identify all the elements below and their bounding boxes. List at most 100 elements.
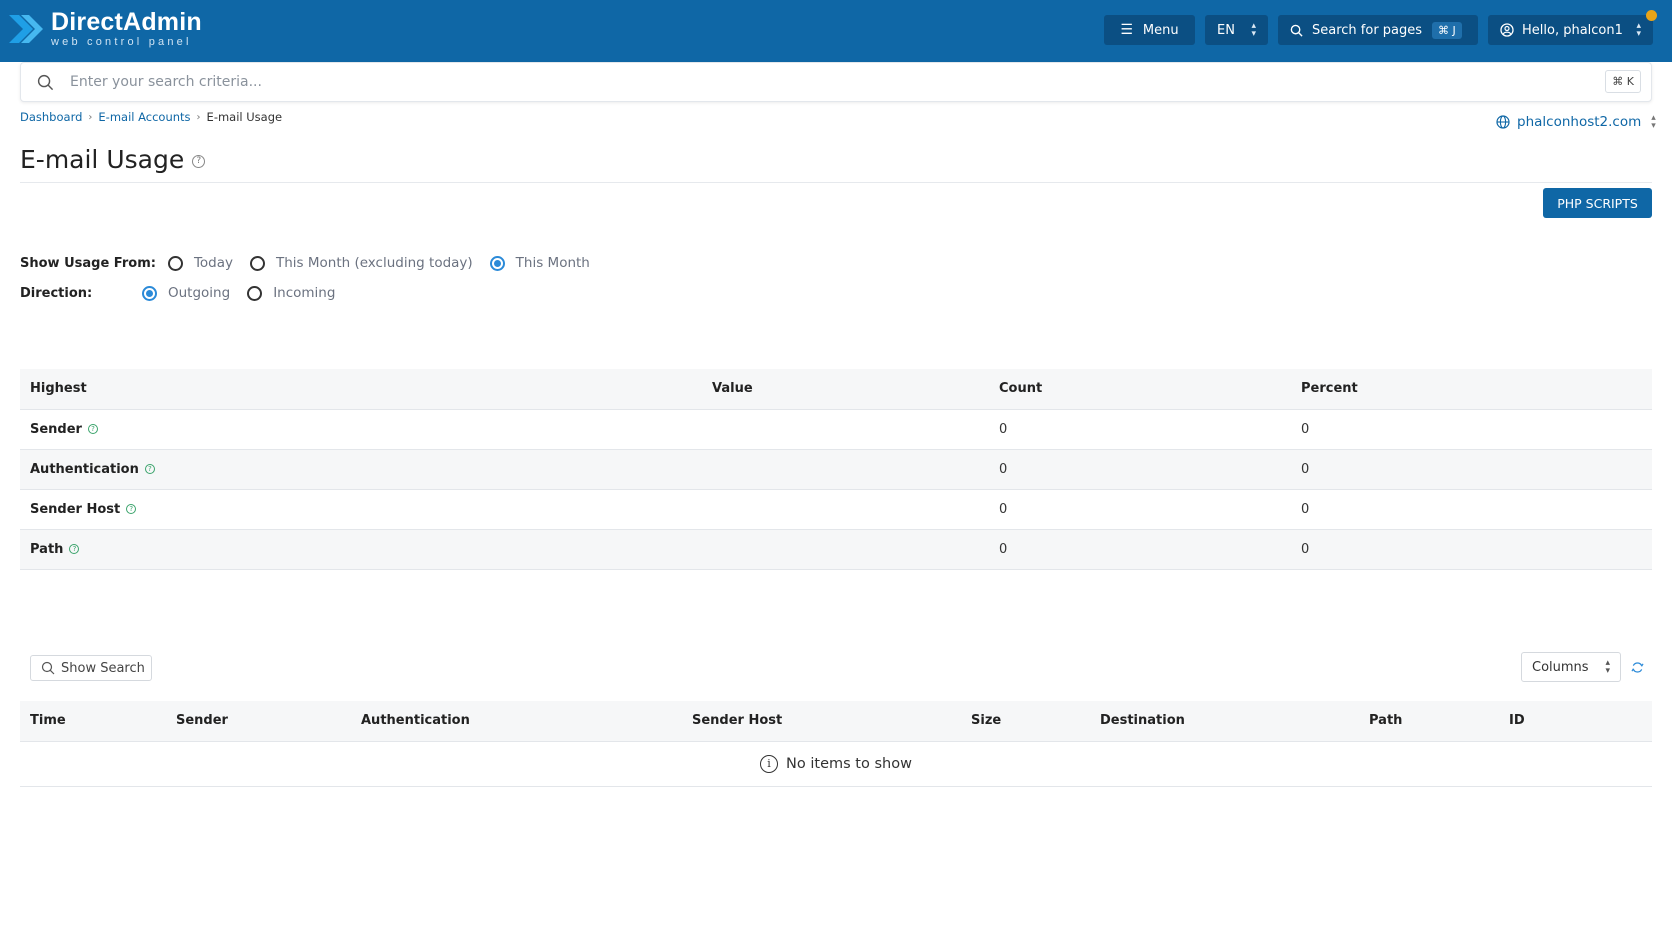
row-label-text: Sender Host	[30, 501, 121, 517]
menu-label: Menu	[1142, 22, 1179, 38]
row-label-authentication: Authentication?	[30, 462, 155, 477]
row-label-path: Path?	[30, 541, 80, 557]
page-search-label: Search for pages	[1312, 22, 1423, 38]
brand-title: DirectAdmin	[51, 8, 202, 36]
help-icon[interactable]: ?	[126, 504, 137, 514]
row-label-text: Path	[30, 541, 64, 557]
notification-dot	[1646, 10, 1657, 21]
info-icon: i	[760, 754, 779, 773]
radio-incoming[interactable]: Incoming	[247, 285, 335, 301]
domain-label: phalconhost2.com	[1517, 114, 1642, 130]
search-input[interactable]	[70, 74, 1510, 90]
breadcrumb: Dashboard › E-mail Accounts › E-mail Usa…	[20, 110, 282, 124]
percent-cell: 0	[1291, 409, 1652, 450]
column-header-path[interactable]: Path	[1359, 701, 1499, 742]
empty-state-message: No items to show	[786, 755, 912, 772]
page-title-text: E-mail Usage	[20, 145, 185, 174]
domain-select[interactable]: phalconhost2.com ▴ ▾	[1496, 113, 1656, 131]
radio-button[interactable]	[167, 255, 183, 271]
user-menu-button[interactable]: Hello, phalcon1 ▴ ▾	[1488, 15, 1653, 45]
show-search-label: Show Search	[61, 660, 145, 676]
row-label-text: Authentication	[30, 461, 139, 477]
breadcrumb-dashboard[interactable]: Dashboard	[20, 110, 82, 124]
radio-today[interactable]: Today	[167, 255, 233, 271]
top-navbar: DirectAdmin web control panel ☰ Menu EN …	[0, 0, 1672, 62]
php-scripts-button[interactable]: PHP SCRIPTS	[1543, 188, 1652, 218]
percent-cell: 0	[1291, 489, 1652, 530]
radio-label: This Month (excluding today)	[275, 255, 473, 271]
chevron-updown-icon: ▴ ▾	[1605, 658, 1610, 676]
column-header-id[interactable]: ID	[1499, 701, 1652, 742]
column-header-sender[interactable]: Sender	[166, 701, 351, 742]
empty-state-cell: i No items to show	[20, 741, 1652, 787]
count-cell: 0	[989, 409, 1291, 450]
value-cell	[702, 529, 989, 570]
radio-this-month-excluding-today[interactable]: This Month (excluding today)	[249, 255, 473, 271]
radio-this-month[interactable]: This Month	[489, 255, 590, 271]
percent-cell: 0	[1291, 529, 1652, 570]
usage-from-label: Show Usage From:	[20, 255, 156, 271]
help-icon[interactable]: ?	[69, 544, 80, 554]
breadcrumb-email-accounts[interactable]: E-mail Accounts	[98, 110, 190, 124]
columns-select[interactable]: Columns ▴ ▾	[1521, 652, 1621, 682]
column-header-time[interactable]: Time	[20, 701, 166, 742]
table-header-row: Time Sender Authentication Sender Host S…	[20, 701, 1652, 742]
radio-button[interactable]	[247, 285, 263, 301]
shortcut-badge: ⌘ K	[1605, 70, 1641, 93]
globe-icon	[1496, 115, 1510, 129]
search-icon	[1290, 24, 1303, 37]
column-header-size[interactable]: Size	[961, 701, 1090, 742]
row-label-text: Sender	[30, 421, 82, 437]
table-row: Sender Host? 0 0	[20, 489, 1652, 530]
columns-label: Columns	[1532, 659, 1589, 675]
email-log-table: Time Sender Authentication Sender Host S…	[20, 701, 1652, 787]
language-select[interactable]: EN ▴ ▾	[1205, 15, 1268, 45]
user-greeting: Hello, phalcon1	[1522, 22, 1623, 38]
column-header-destination[interactable]: Destination	[1090, 701, 1359, 742]
global-search-bar: ⌘ K	[20, 62, 1652, 102]
column-header-count: Count	[989, 369, 1291, 410]
direction-label: Direction:	[20, 285, 93, 301]
row-label-sender-host: Sender Host?	[30, 501, 137, 517]
column-header-highest: Highest	[20, 369, 702, 410]
value-cell	[702, 489, 989, 530]
language-label: EN	[1217, 22, 1235, 38]
radio-button-selected[interactable]	[142, 285, 157, 301]
chevron-right-icon: ›	[196, 111, 201, 123]
table-row: Sender? 0 0	[20, 409, 1652, 450]
brand-subtitle: web control panel	[51, 36, 192, 48]
value-cell	[702, 409, 989, 450]
column-header-authentication[interactable]: Authentication	[351, 701, 682, 742]
percent-cell: 0	[1291, 449, 1652, 490]
direction-filter: Direction: Outgoing Incoming	[20, 285, 352, 301]
radio-label: Incoming	[273, 285, 336, 301]
search-icon	[41, 661, 55, 675]
table-row: Path? 0 0	[20, 529, 1652, 570]
column-header-sender-host[interactable]: Sender Host	[682, 701, 961, 742]
page-title: E-mail Usage ?	[20, 145, 206, 174]
help-icon[interactable]: ?	[87, 424, 98, 434]
column-header-value: Value	[702, 369, 989, 410]
shortcut-badge: ⌘ J	[1432, 21, 1462, 39]
chevron-updown-icon: ▴ ▾	[1651, 113, 1656, 131]
radio-outgoing[interactable]: Outgoing	[142, 285, 230, 301]
column-header-percent: Percent	[1291, 369, 1652, 410]
radio-button-selected[interactable]	[489, 255, 505, 271]
refresh-icon[interactable]	[1631, 661, 1644, 674]
radio-label: This Month	[515, 255, 590, 271]
count-cell: 0	[989, 489, 1291, 530]
radio-label: Outgoing	[168, 285, 231, 301]
help-icon[interactable]: ?	[144, 464, 155, 474]
page-search-button[interactable]: Search for pages ⌘ J	[1278, 15, 1478, 45]
chevron-updown-icon: ▴ ▾	[1251, 21, 1256, 39]
show-search-button[interactable]: Show Search	[30, 655, 152, 681]
help-icon[interactable]: ?	[192, 154, 206, 168]
menu-button[interactable]: ☰ Menu	[1104, 15, 1195, 45]
row-label-sender: Sender?	[30, 422, 98, 437]
radio-button[interactable]	[249, 255, 265, 271]
empty-state-row: i No items to show	[20, 741, 1652, 787]
directadmin-logo[interactable]: DirectAdmin web control panel	[9, 9, 202, 49]
breadcrumb-email-usage: E-mail Usage	[206, 110, 283, 124]
chevron-updown-icon: ▴ ▾	[1636, 21, 1641, 39]
count-cell: 0	[989, 529, 1291, 570]
